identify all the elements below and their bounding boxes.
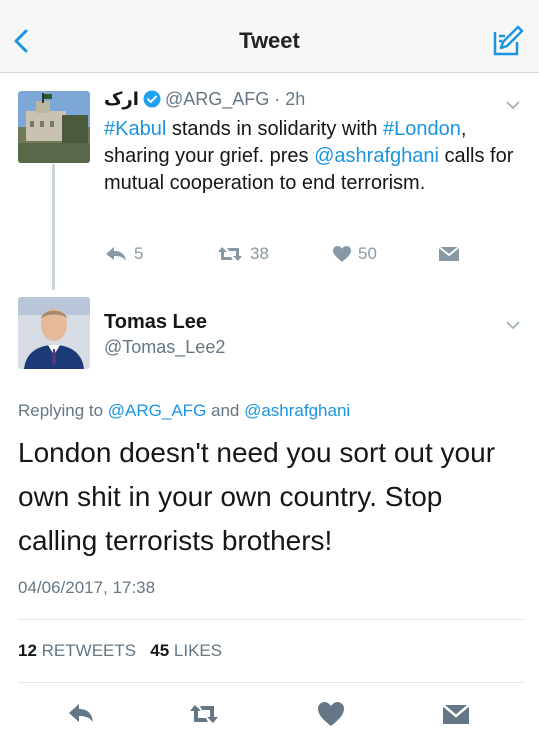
tweet-actions [0,696,539,732]
dm-button[interactable] [438,241,466,267]
display-name[interactable]: ارک [104,89,139,109]
replying-label: and [206,401,245,420]
retweet-icon[interactable] [188,700,218,728]
status-bar [0,0,539,10]
replying-to: Replying to @ARG_AFG and @ashrafghani [18,401,350,421]
tweet-timestamp: 04/06/2017, 17:38 [18,578,156,597]
like-button[interactable]: 50 [332,241,377,267]
retweet-label: RETWEETS [36,641,137,660]
retweet-count: 12 [18,641,37,660]
reply-icon[interactable] [66,700,96,728]
tweet-text: London doesn't need you sort out your ow… [18,437,496,556]
like-count: 45 [150,641,170,660]
tweet-stats: 12 RETWEETS 45 LIKES [18,641,222,661]
likes-stat[interactable]: 45 LIKES [150,641,222,660]
retweet-button[interactable]: 38 [216,241,269,267]
user-handle[interactable]: @Tomas_Lee2 [104,337,225,358]
verified-badge-icon [143,90,161,108]
tweet-header: ارک @ARG_AFG · 2h [104,89,305,110]
divider [18,619,524,620]
tweet-text-segment: stands in solidarity with [166,118,384,140]
heart-icon [333,246,351,262]
display-name[interactable]: Tomas Lee [104,311,207,334]
nav-bar: Tweet [0,10,539,73]
avatar[interactable] [18,297,90,369]
tweet-time: · 2h [274,89,306,109]
mention-link[interactable]: @ashrafghani [244,401,350,420]
user-handle[interactable]: @ARG_AFG [165,89,269,109]
divider [18,682,524,683]
tweet-actions: 5 38 50 [104,241,464,267]
chevron-down-icon[interactable] [505,97,521,110]
mention-link[interactable]: @ARG_AFG [108,401,207,420]
retweets-stat[interactable]: 12 RETWEETS [18,641,136,660]
like-count: 50 [358,244,377,263]
reply-button[interactable]: 5 [104,241,143,267]
thread-line [52,164,55,290]
chevron-down-icon[interactable] [505,317,521,330]
hashtag-link[interactable]: #Kabul [104,118,166,140]
envelope-icon [438,246,460,261]
heart-icon[interactable] [316,700,346,728]
hashtag-link[interactable]: #London [383,118,461,140]
replying-label: Replying to [18,401,108,420]
main-tweet: Tomas Lee @Tomas_Lee2 Replying to @ARG_A… [0,291,539,748]
tweet-text: #Kabul stands in solidarity with #London… [104,116,524,197]
page-title: Tweet [239,28,300,53]
reply-icon [106,247,126,261]
avatar[interactable] [18,91,90,163]
compose-icon[interactable] [491,24,525,58]
like-label: LIKES [169,641,223,660]
retweet-count: 38 [250,244,269,263]
retweet-icon [218,247,242,261]
envelope-icon[interactable] [441,700,471,728]
reply-count: 5 [134,244,144,263]
parent-tweet[interactable]: ارک @ARG_AFG · 2h #Kabul stands in solida… [0,73,539,291]
mention-link[interactable]: @ashrafghani [314,145,439,167]
